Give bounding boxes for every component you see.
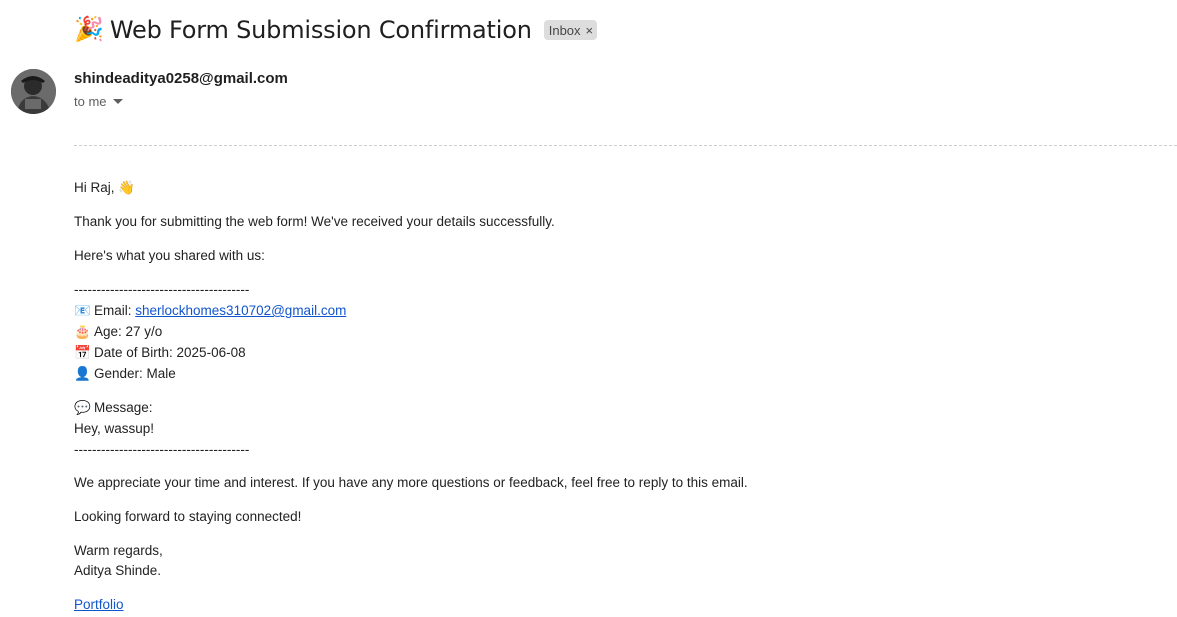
- gender-row: 👤 Gender: Male: [74, 364, 1164, 385]
- email-body: Hi Raj, 👋 Thank you for submitting the w…: [74, 178, 1164, 615]
- email-link[interactable]: sherlockhomes310702@gmail.com: [135, 303, 346, 318]
- person-icon: 👤: [74, 366, 91, 381]
- message-label-row: 💬 Message:: [74, 398, 1164, 419]
- thanks-text: Thank you for submitting the web form! W…: [74, 214, 555, 229]
- regards-text: Warm regards,: [74, 543, 163, 558]
- calendar-icon: 📅: [74, 345, 91, 360]
- message-text: Hey, wassup!: [74, 421, 155, 436]
- avatar[interactable]: [11, 69, 56, 114]
- dob-text: Date of Birth: 2025-06-08: [94, 345, 246, 360]
- separator-line: ---------------------------------------: [74, 282, 250, 297]
- age-row: 🎂 Age: 27 y/o: [74, 322, 1164, 343]
- email-subject-row: 🎉 Web Form Submission Confirmation Inbox…: [74, 12, 598, 48]
- email-field-label: Email:: [94, 303, 136, 318]
- recipient-details-toggle[interactable]: to me: [74, 94, 123, 109]
- email-icon: 📧: [74, 303, 91, 318]
- closing-text: Looking forward to staying connected!: [74, 509, 302, 524]
- party-popper-icon: 🎉: [74, 16, 104, 43]
- gender-text: Gender: Male: [94, 366, 176, 381]
- separator-line-end: ---------------------------------------: [74, 442, 250, 457]
- inbox-label-chip[interactable]: Inbox ×: [543, 20, 598, 40]
- avatar-photo: [11, 69, 56, 114]
- birthday-cake-icon: 🎂: [74, 324, 91, 339]
- email-subject: Web Form Submission Confirmation: [109, 16, 532, 44]
- portfolio-link[interactable]: Portfolio: [74, 597, 124, 612]
- speech-bubble-icon: 💬: [74, 400, 91, 415]
- age-text: Age: 27 y/o: [94, 324, 163, 339]
- message-label: Message:: [94, 400, 153, 415]
- greeting: Hi Raj, 👋: [74, 180, 136, 195]
- inbox-label-text: Inbox: [548, 22, 581, 38]
- remove-label-icon[interactable]: ×: [586, 23, 594, 38]
- email-field-row: 📧 Email: sherlockhomes310702@gmail.com: [74, 301, 1164, 322]
- sender-email[interactable]: shindeaditya0258@gmail.com: [74, 70, 288, 87]
- header-divider: [74, 145, 1177, 146]
- recipient-text: to me: [74, 94, 107, 109]
- signature-text: Aditya Shinde.: [74, 563, 162, 578]
- intro-text: Here's what you shared with us:: [74, 248, 265, 263]
- chevron-down-icon[interactable]: [112, 99, 123, 104]
- appreciation-text: We appreciate your time and interest. If…: [74, 475, 748, 490]
- dob-row: 📅 Date of Birth: 2025-06-08: [74, 343, 1164, 364]
